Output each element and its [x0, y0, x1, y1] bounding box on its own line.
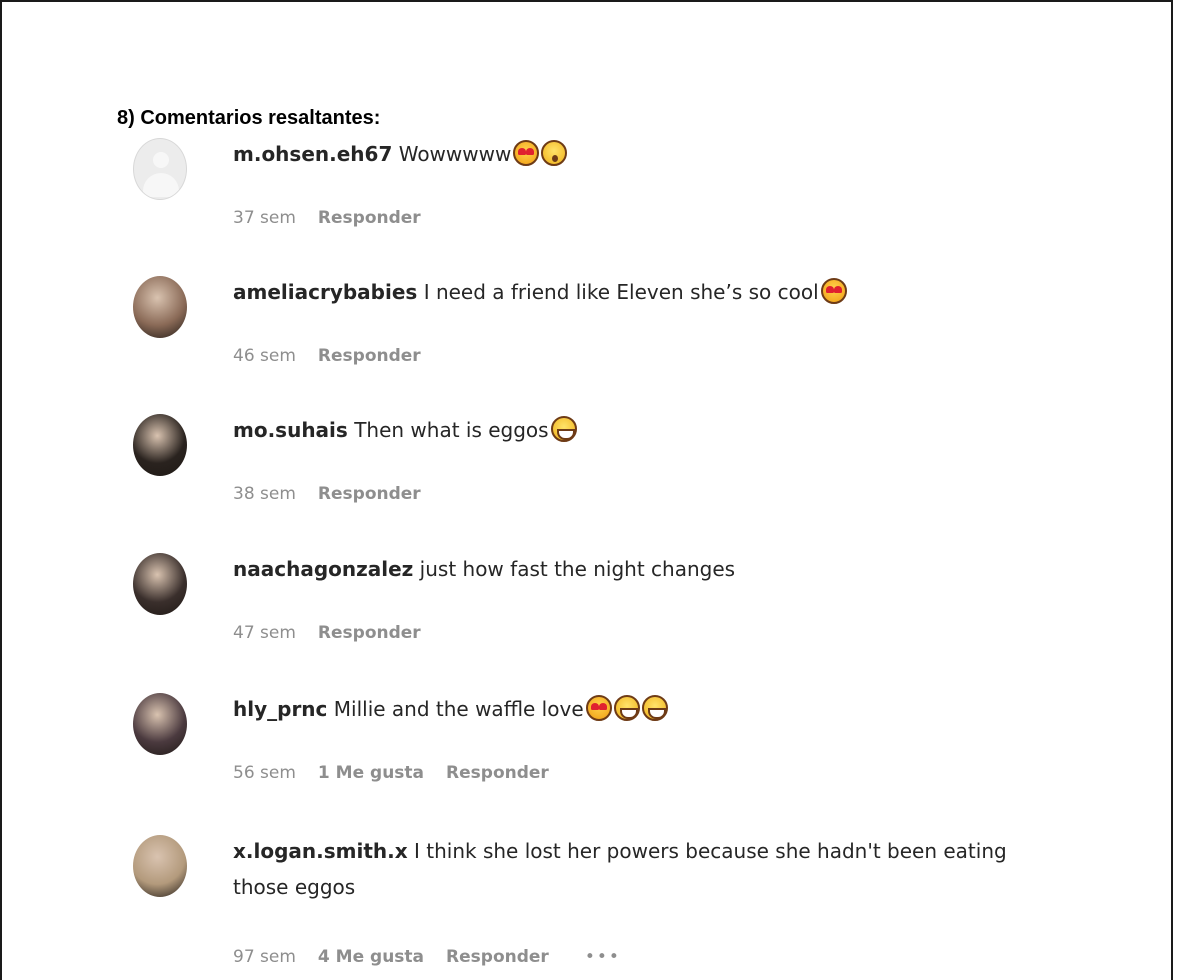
laugh-emoji-icon [641, 695, 668, 721]
reply-button[interactable]: Responder [446, 763, 549, 783]
comment-text: naachagonzalez just how fast the night c… [233, 551, 1053, 587]
comment-body: just how fast the night changes [419, 557, 736, 581]
timestamp: 46 sem [233, 346, 296, 366]
likes-count-link[interactable]: 4 Me gusta [318, 947, 424, 967]
comment-meta: 46 sem Responder [233, 346, 443, 366]
timestamp: 38 sem [233, 484, 296, 504]
comment-meta: 56 sem 1 Me gusta Responder [233, 763, 571, 783]
comment-meta: 37 sem Responder [233, 208, 443, 228]
surprised-emoji-icon [541, 140, 568, 166]
reply-button[interactable]: Responder [318, 208, 421, 228]
heart-eyes-emoji-icon [513, 140, 540, 166]
username-link[interactable]: x.logan.smith.x [233, 839, 408, 863]
comment-text: ameliacrybabies I need a friend like Ele… [233, 274, 1053, 310]
reply-button[interactable]: Responder [318, 346, 421, 366]
username-link[interactable]: ameliacrybabies [233, 280, 417, 304]
default-avatar-body-icon [143, 173, 179, 197]
comment-text: hly_prnc Millie and the waffle love [233, 691, 1053, 727]
comment-meta: 38 sem Responder [233, 484, 443, 504]
avatar[interactable] [133, 693, 187, 755]
timestamp: 56 sem [233, 763, 296, 783]
default-avatar-head-icon [153, 152, 169, 168]
laugh-emoji-icon [613, 695, 640, 721]
avatar[interactable] [133, 414, 187, 476]
section-title: 8) Comentarios resaltantes: [117, 107, 381, 129]
comment-body: I need a friend like Eleven she’s so coo… [423, 280, 819, 304]
avatar[interactable] [133, 835, 187, 897]
laugh-emoji-icon [550, 416, 577, 442]
reply-button[interactable]: Responder [318, 623, 421, 643]
comment-meta: 47 sem Responder [233, 623, 443, 643]
more-options-icon[interactable]: ••• [585, 947, 621, 967]
avatar[interactable] [133, 276, 187, 338]
comment-meta: 97 sem 4 Me gusta Responder ••• [233, 947, 643, 967]
username-link[interactable]: mo.suhais [233, 418, 348, 442]
comment-text: m.ohsen.eh67 Wowwwww [233, 136, 1053, 172]
heart-eyes-emoji-icon [585, 695, 612, 721]
username-link[interactable]: naachagonzalez [233, 557, 413, 581]
timestamp: 47 sem [233, 623, 296, 643]
avatar[interactable] [133, 553, 187, 615]
comment-text: x.logan.smith.x I think she lost her pow… [233, 833, 1053, 905]
avatar[interactable] [133, 138, 187, 200]
reply-button[interactable]: Responder [446, 947, 549, 967]
comment-body: Millie and the waffle love [333, 697, 584, 721]
comment-body: Then what is eggos [354, 418, 549, 442]
username-link[interactable]: hly_prnc [233, 697, 327, 721]
timestamp: 97 sem [233, 947, 296, 967]
username-link[interactable]: m.ohsen.eh67 [233, 142, 392, 166]
reply-button[interactable]: Responder [318, 484, 421, 504]
comment-text: mo.suhais Then what is eggos [233, 412, 1053, 448]
comment-body: Wowwwww [398, 142, 512, 166]
likes-count-link[interactable]: 1 Me gusta [318, 763, 424, 783]
timestamp: 37 sem [233, 208, 296, 228]
heart-eyes-emoji-icon [820, 278, 847, 304]
